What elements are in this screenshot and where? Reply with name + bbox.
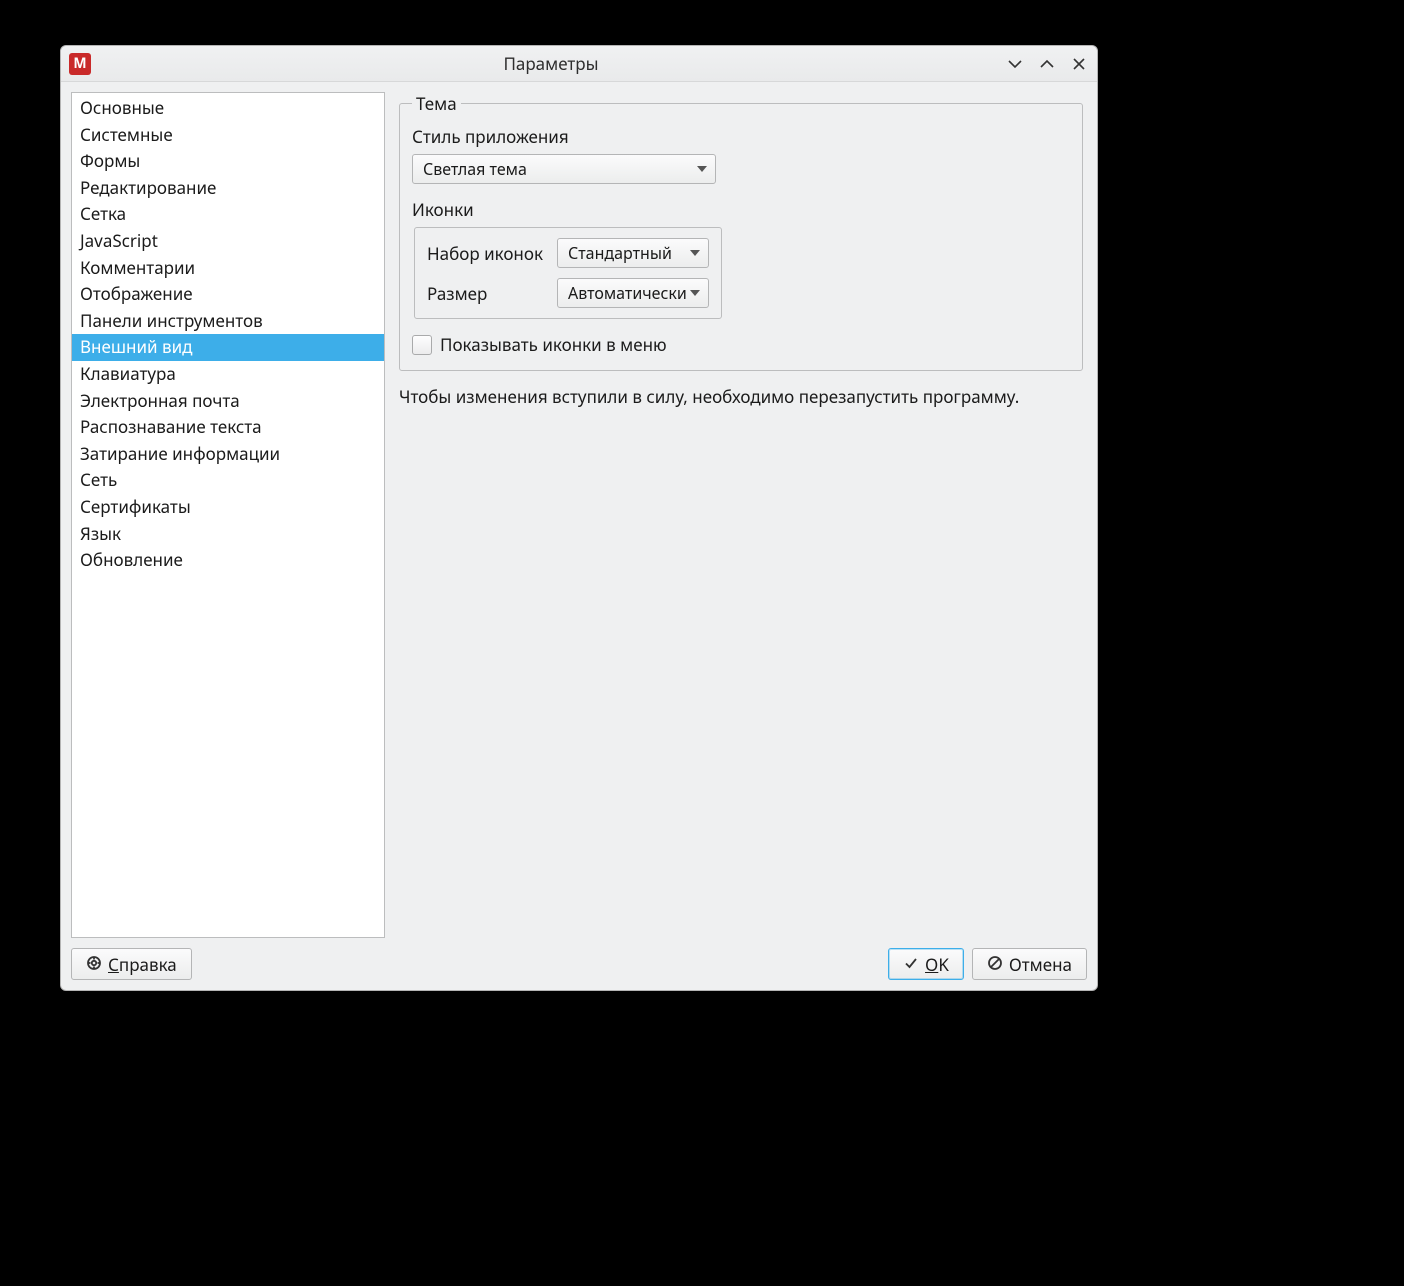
sidebar-item[interactable]: Клавиатура: [72, 361, 384, 388]
icon-size-value: Автоматически: [568, 282, 687, 304]
sidebar-item[interactable]: Внешний вид: [72, 334, 384, 361]
close-button[interactable]: [1069, 54, 1089, 74]
sidebar-item[interactable]: Комментарии: [72, 255, 384, 282]
dialog-footer: Справка OK Отмена: [61, 938, 1097, 990]
sidebar-item[interactable]: Сетка: [72, 201, 384, 228]
help-icon: [86, 953, 102, 976]
cancel-button[interactable]: Отмена: [972, 948, 1087, 980]
icons-group: Набор иконок Стандартный Размер Автомати…: [414, 227, 722, 319]
help-button[interactable]: Справка: [71, 948, 192, 980]
cancel-button-label: Отмена: [1009, 953, 1072, 976]
sidebar-item[interactable]: Системные: [72, 122, 384, 149]
sidebar-item[interactable]: Язык: [72, 521, 384, 548]
app-style-combo[interactable]: Светлая тема: [412, 154, 716, 184]
maximize-button[interactable]: [1037, 54, 1057, 74]
sidebar-item[interactable]: Панели инструментов: [72, 308, 384, 335]
app-style-label: Стиль приложения: [412, 125, 1070, 148]
sidebar-item[interactable]: Редактирование: [72, 175, 384, 202]
ok-button[interactable]: OK: [888, 948, 964, 980]
ok-button-label: OK: [925, 953, 949, 976]
sidebar-item[interactable]: Обновление: [72, 547, 384, 574]
sidebar-item[interactable]: Отображение: [72, 281, 384, 308]
minimize-button[interactable]: [1005, 54, 1025, 74]
icon-set-label: Набор иконок: [427, 242, 545, 265]
sidebar-item[interactable]: Основные: [72, 95, 384, 122]
settings-dialog: Параметры ОсновныеСистемныеФормыРедактир…: [60, 45, 1098, 991]
sidebar-item[interactable]: Сертификаты: [72, 494, 384, 521]
theme-group-legend: Тема: [412, 92, 461, 115]
check-icon: [903, 953, 919, 976]
help-button-label: Справка: [108, 953, 177, 976]
theme-group: Тема Стиль приложения Светлая тема Иконк…: [399, 92, 1083, 371]
app-icon: [69, 53, 91, 75]
chevron-down-icon: [690, 250, 700, 256]
sidebar-item[interactable]: Электронная почта: [72, 388, 384, 415]
restart-hint: Чтобы изменения вступили в силу, необход…: [399, 385, 1083, 408]
show-icons-in-menu-row: Показывать иконки в меню: [412, 333, 1070, 356]
icons-label: Иконки: [412, 198, 1070, 221]
sidebar-item[interactable]: Формы: [72, 148, 384, 175]
icon-size-combo[interactable]: Автоматически: [557, 278, 709, 308]
icon-set-combo[interactable]: Стандартный: [557, 238, 709, 268]
chevron-down-icon: [697, 166, 707, 172]
window-buttons: [1005, 54, 1089, 74]
app-style-value: Светлая тема: [423, 158, 527, 180]
window-title: Параметры: [97, 52, 1005, 75]
category-list[interactable]: ОсновныеСистемныеФормыРедактированиеСетк…: [71, 92, 385, 938]
sidebar-item[interactable]: Сеть: [72, 467, 384, 494]
icon-size-label: Размер: [427, 282, 545, 305]
dialog-body: ОсновныеСистемныеФормыРедактированиеСетк…: [61, 82, 1097, 938]
cancel-icon: [987, 953, 1003, 976]
titlebar: Параметры: [61, 46, 1097, 82]
content-area: Тема Стиль приложения Светлая тема Иконк…: [399, 92, 1087, 938]
show-icons-in-menu-label: Показывать иконки в меню: [440, 333, 667, 356]
show-icons-in-menu-checkbox[interactable]: [412, 335, 432, 355]
sidebar-item[interactable]: Распознавание текста: [72, 414, 384, 441]
sidebar-item[interactable]: Затирание информации: [72, 441, 384, 468]
sidebar-item[interactable]: JavaScript: [72, 228, 384, 255]
chevron-down-icon: [690, 290, 700, 296]
icon-set-value: Стандартный: [568, 242, 672, 264]
